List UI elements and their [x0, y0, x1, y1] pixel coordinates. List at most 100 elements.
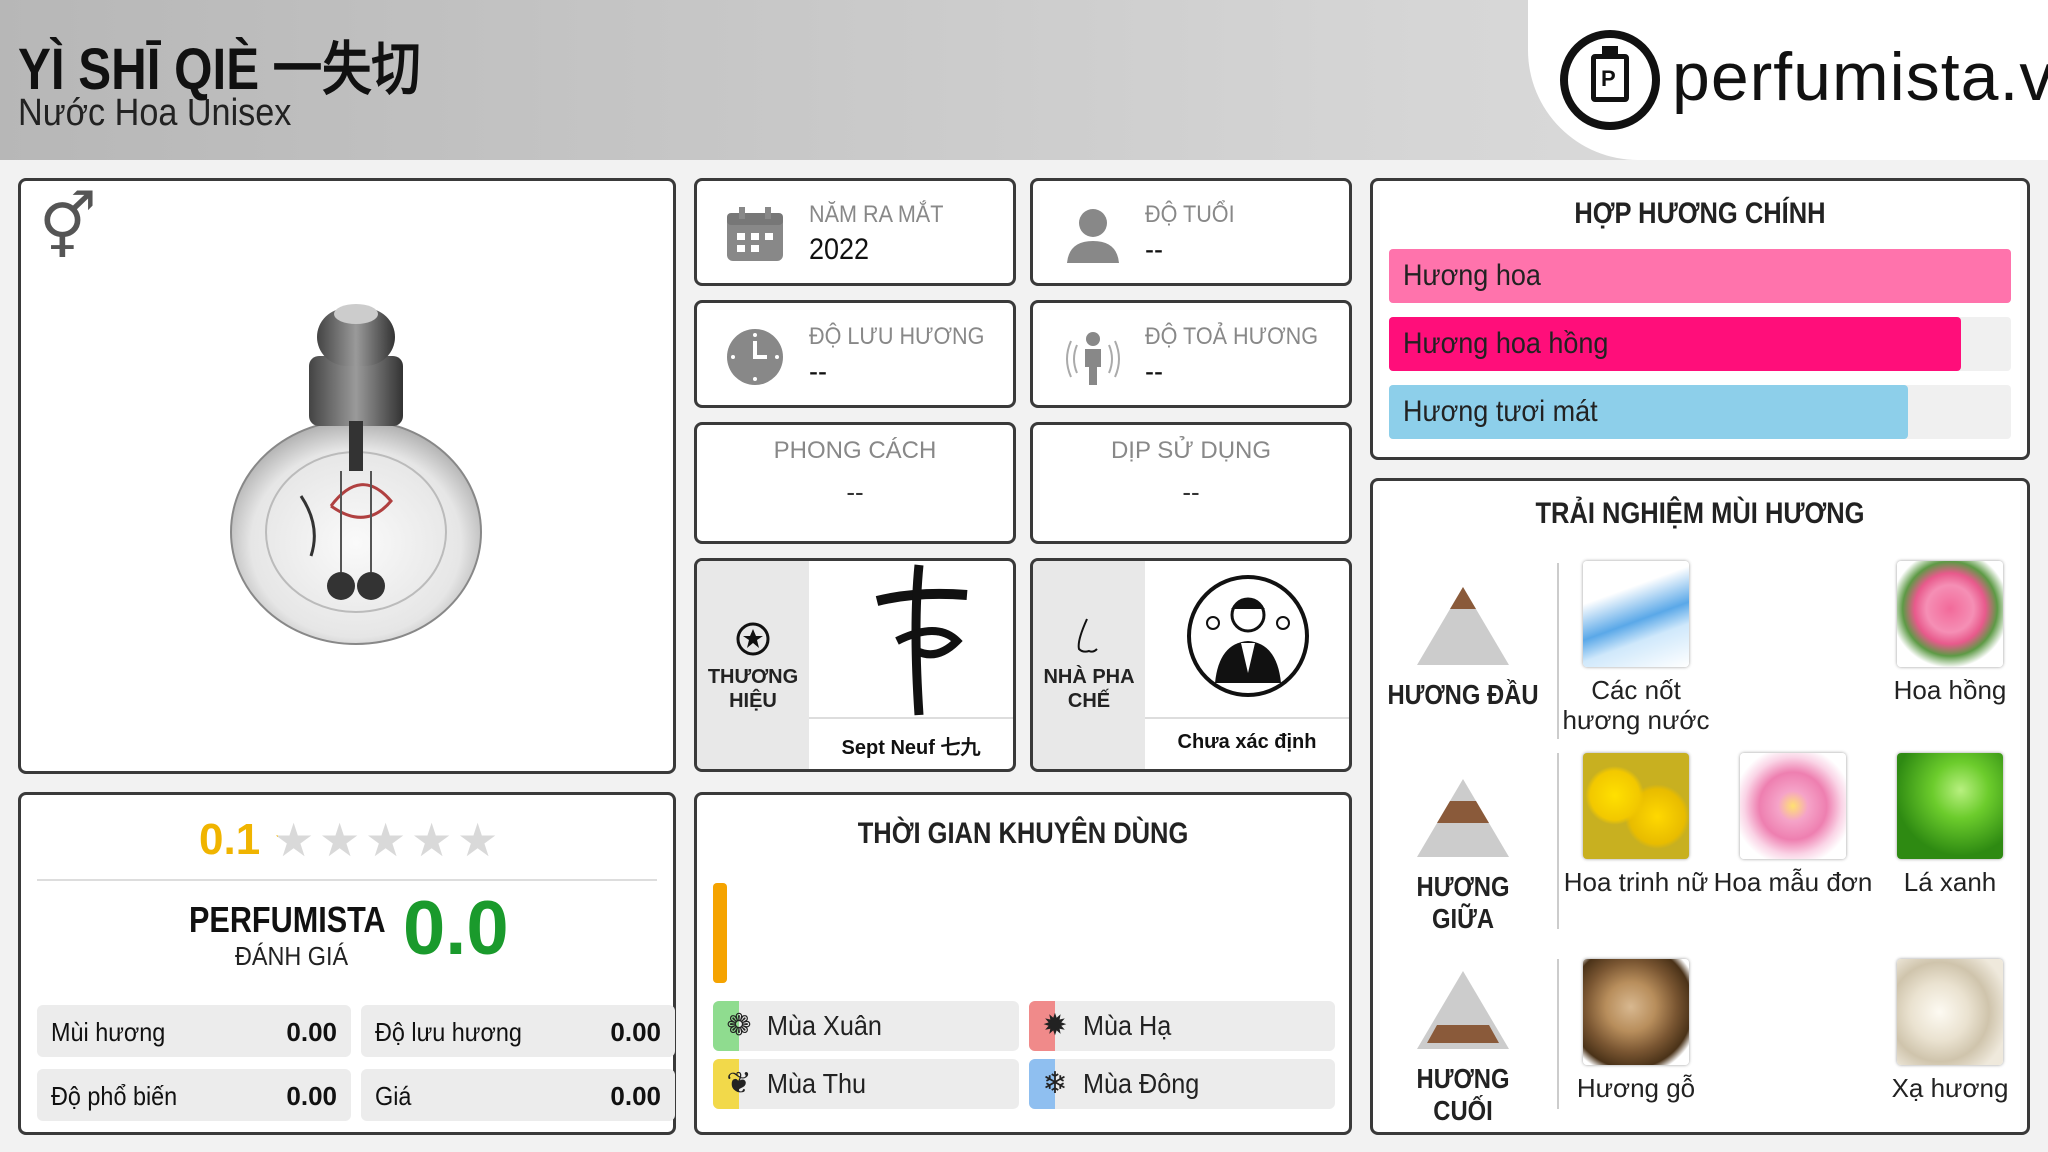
mimosa-image[interactable]	[1583, 753, 1689, 859]
brand-label-line1: THƯƠNG	[707, 666, 799, 688]
accords-title: HỢP HƯƠNG CHÍNH	[1574, 197, 1826, 230]
rating-popularity: Độ phổ biến 0.00	[37, 1069, 351, 1121]
longevity-card: ĐỘ LƯU HƯƠNG --	[694, 300, 1016, 408]
perfume-subtitle: Nước Hoa Unisex	[18, 92, 292, 134]
middle-notes-label: HƯƠNG GIỮA	[1416, 871, 1510, 934]
perfumista-score: 0.0	[403, 886, 509, 971]
note-name[interactable]: Hoa mẫu đơn	[1708, 867, 1878, 897]
rating-value: 0.00	[286, 1081, 337, 1111]
rose-image[interactable]	[1897, 561, 2003, 667]
rating-label: Độ phổ biến	[51, 1081, 178, 1111]
star-icon[interactable]: ★	[319, 817, 360, 863]
age-label: ĐỘ TUỔI	[1145, 201, 1235, 228]
style-card: PHONG CÁCH --	[694, 422, 1016, 544]
season-label: Mùa Thu	[767, 1068, 866, 1099]
star-icon[interactable]: ★	[457, 817, 498, 863]
accord-bar: Hương tươi mát	[1389, 385, 2011, 439]
base-notes-pyramid-icon	[1417, 971, 1509, 1049]
snowflake-icon: ❄	[1042, 1067, 1068, 1100]
style-label: PHONG CÁCH	[773, 437, 937, 464]
water-notes-image[interactable]	[1583, 561, 1689, 667]
peony-image[interactable]	[1740, 753, 1846, 859]
wood-image[interactable]	[1583, 959, 1689, 1065]
season-label: Mùa Đông	[1083, 1068, 1200, 1099]
perfume-bottle-image	[230, 304, 482, 645]
flower-icon: ❁	[726, 1009, 752, 1042]
rating-label: Giá	[375, 1081, 412, 1111]
brand-card[interactable]: THƯƠNG HIỆU Sept Neuf 七九	[694, 558, 1016, 772]
notes-title: TRẢI NGHIỆM MÙI HƯƠNG	[1535, 497, 1865, 530]
rating-card: 0.1 ★ ★ ★ ★ ★ ★★★★★ PERFUMISTA ĐÁNH GIÁ …	[18, 792, 676, 1135]
star-icon[interactable]: ★	[411, 817, 452, 863]
star-icon[interactable]: ★	[273, 817, 314, 863]
star-fill-icon: ★★★★★	[273, 817, 278, 863]
longevity-label: ĐỘ LƯU HƯƠNG	[809, 323, 985, 350]
perfumer-name[interactable]: Chưa xác định	[1145, 731, 1349, 754]
top-notes-label: HƯƠNG ĐẦU	[1387, 679, 1539, 710]
note-name[interactable]: Các nốt hương nước	[1551, 675, 1721, 735]
rating-price: Giá 0.00	[361, 1069, 675, 1121]
occasion-card: DỊP SỬ DỤNG --	[1030, 422, 1352, 544]
note-name[interactable]: Hương gỗ	[1551, 1073, 1721, 1103]
season-label: Mùa Hạ	[1083, 1010, 1172, 1041]
perfumer-card[interactable]: NHÀ PHA CHẾ Chưa xác định	[1030, 558, 1352, 772]
occasion-label: DỊP SỬ DỤNG	[1110, 437, 1272, 464]
season-autumn: ❦ Mùa Thu	[713, 1059, 1019, 1109]
product-image-card: ⚥	[18, 178, 676, 774]
base-notes-label: HƯƠNG CUỐI	[1416, 1063, 1510, 1126]
release-year-label: NĂM RA MẮT	[809, 201, 944, 228]
top-notes-pyramid-icon	[1417, 587, 1509, 665]
star-icon[interactable]: ★	[365, 817, 406, 863]
nose-icon	[1077, 618, 1098, 653]
brand-name[interactable]: Sept Neuf 七九	[809, 731, 1013, 760]
timing-title: THỜI GIAN KHUYÊN DÙNG	[857, 817, 1189, 850]
note-name[interactable]: Lá xanh	[1865, 867, 2035, 897]
rating-divider	[37, 879, 657, 881]
rating-scent: Mùi hương 0.00	[37, 1005, 351, 1057]
unisex-gender-icon: ⚥	[39, 191, 97, 263]
sillage-card: ĐỘ TOẢ HƯƠNG --	[1030, 300, 1352, 408]
release-year-value: 2022	[809, 233, 870, 266]
header-bar: YÌ SHĪ QIÈ 一失切 Nước Hoa Unisex P perfumi…	[0, 0, 2048, 160]
rating-value: 0.00	[610, 1017, 661, 1047]
age-card: ĐỘ TUỔI --	[1030, 178, 1352, 286]
note-name[interactable]: Xạ hương	[1865, 1073, 2035, 1103]
note-name[interactable]: Hoa hồng	[1865, 675, 2035, 705]
day-bar-fill	[713, 883, 727, 983]
rating-stars[interactable]: ★ ★ ★ ★ ★ ★★★★★	[273, 815, 503, 865]
longevity-value: --	[809, 355, 827, 388]
clock-icon	[727, 329, 783, 385]
rating-longevity: Độ lưu hương 0.00	[361, 1005, 675, 1057]
perfume-bottle-logo-icon: P	[1560, 30, 1660, 130]
scent-notes-card: TRẢI NGHIỆM MÙI HƯƠNG HƯƠNG ĐẦU HƯƠNG GI…	[1370, 478, 2030, 1135]
note-name[interactable]: Hoa trinh nữ	[1551, 867, 1721, 897]
sillage-value: --	[1145, 355, 1163, 388]
perfumer-label: NHÀ PHA CHẾ	[1033, 665, 1145, 713]
rating-label: Độ lưu hương	[375, 1017, 522, 1047]
occasion-value: --	[1182, 477, 1200, 507]
rating-value: 0.00	[610, 1081, 661, 1111]
star-badge-icon	[736, 622, 770, 656]
release-year-card: NĂM RA MẮT 2022	[694, 178, 1016, 286]
accord-bar: Hương hoa	[1389, 249, 2011, 303]
perfumer-label-line2: CHẾ	[1067, 690, 1111, 712]
sun-icon: ✹	[1042, 1009, 1068, 1042]
accord-label: Hương hoa hồng	[1403, 327, 1609, 360]
musk-image[interactable]	[1897, 959, 2003, 1065]
sillage-label: ĐỘ TOẢ HƯƠNG	[1145, 323, 1318, 350]
season-winter: ❄ Mùa Đông	[1029, 1059, 1335, 1109]
day-night-bar	[713, 883, 727, 983]
accord-label: Hương tươi mát	[1403, 395, 1598, 428]
leaf-icon: ❦	[726, 1067, 752, 1100]
season-summer: ✹ Mùa Hạ	[1029, 1001, 1335, 1051]
sillage-person-icon	[1066, 332, 1120, 385]
rating-value: 0.00	[286, 1017, 337, 1047]
perfumer-avatar	[1187, 575, 1309, 697]
brand-logo	[875, 564, 968, 716]
main-accords-card: HỢP HƯƠNG CHÍNH Hương hoa Hương hoa hồng…	[1370, 178, 2030, 460]
age-value: --	[1145, 233, 1163, 266]
site-logo-text[interactable]: perfumista.vn	[1672, 38, 2048, 116]
middle-notes-pyramid-icon	[1417, 779, 1509, 857]
user-icon	[1067, 209, 1119, 263]
green-leaf-image[interactable]	[1897, 753, 2003, 859]
